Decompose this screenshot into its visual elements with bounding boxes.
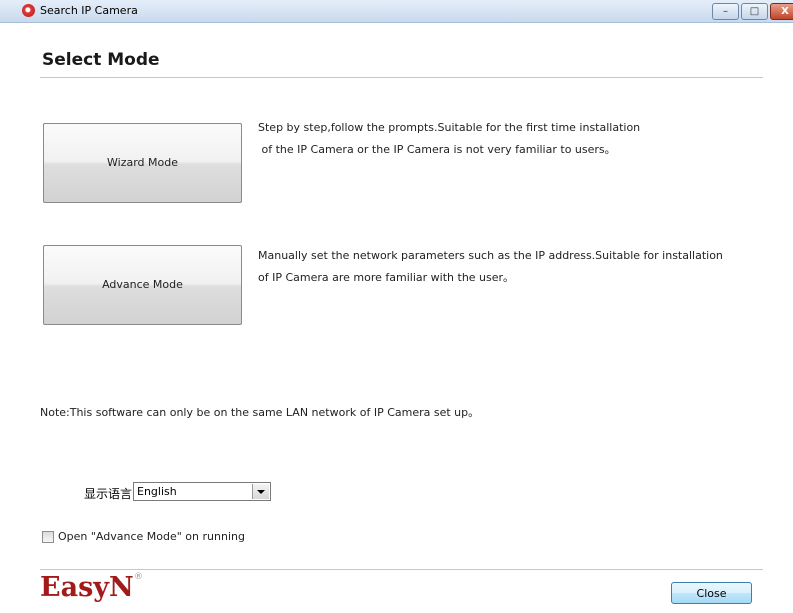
dropdown-arrow-icon[interactable] xyxy=(252,484,269,499)
maximize-icon: □ xyxy=(749,6,760,17)
header-divider xyxy=(40,77,763,78)
minimize-button[interactable]: – xyxy=(712,3,739,20)
advance-desc-line-2: of IP Camera are more familiar with the … xyxy=(258,271,515,284)
close-icon: X xyxy=(781,6,789,17)
minimize-icon: – xyxy=(723,6,728,17)
advance-desc-line-1: Manually set the network parameters such… xyxy=(258,249,723,262)
easyn-logo: EasyN xyxy=(40,572,134,603)
wizard-mode-description: Step by step,follow the prompts.Suitable… xyxy=(258,117,640,161)
wizard-desc-line-1: Step by step,follow the prompts.Suitable… xyxy=(258,121,641,134)
footer-divider xyxy=(40,569,763,570)
wizard-mode-label: Wizard Mode xyxy=(107,156,178,169)
language-selected-value: English xyxy=(137,485,177,498)
language-select[interactable]: English xyxy=(133,482,271,501)
advance-mode-description: Manually set the network parameters such… xyxy=(258,245,723,289)
advance-mode-on-start-label[interactable]: Open "Advance Mode" on running xyxy=(58,530,245,543)
title-bar: Search IP Camera – □ X xyxy=(0,0,793,23)
maximize-button[interactable]: □ xyxy=(741,3,768,20)
window-close-button[interactable]: X xyxy=(770,3,793,20)
advance-mode-on-start-checkbox[interactable] xyxy=(42,531,54,543)
registered-mark: ® xyxy=(134,572,143,582)
close-button-label: Close xyxy=(696,587,727,600)
wizard-desc-line-2: of the IP Camera or the IP Camera is not… xyxy=(258,143,616,156)
close-button[interactable]: Close xyxy=(671,582,752,604)
language-label: 显示语言 xyxy=(84,487,133,501)
wizard-mode-button[interactable]: Wizard Mode xyxy=(43,123,242,203)
page-title: Select Mode xyxy=(42,50,160,70)
advance-mode-button[interactable]: Advance Mode xyxy=(43,245,242,325)
window-title: Search IP Camera xyxy=(40,4,138,17)
lan-note: Note:This software can only be on the sa… xyxy=(40,406,480,419)
camera-app-icon xyxy=(22,4,35,17)
advance-mode-label: Advance Mode xyxy=(102,278,183,291)
